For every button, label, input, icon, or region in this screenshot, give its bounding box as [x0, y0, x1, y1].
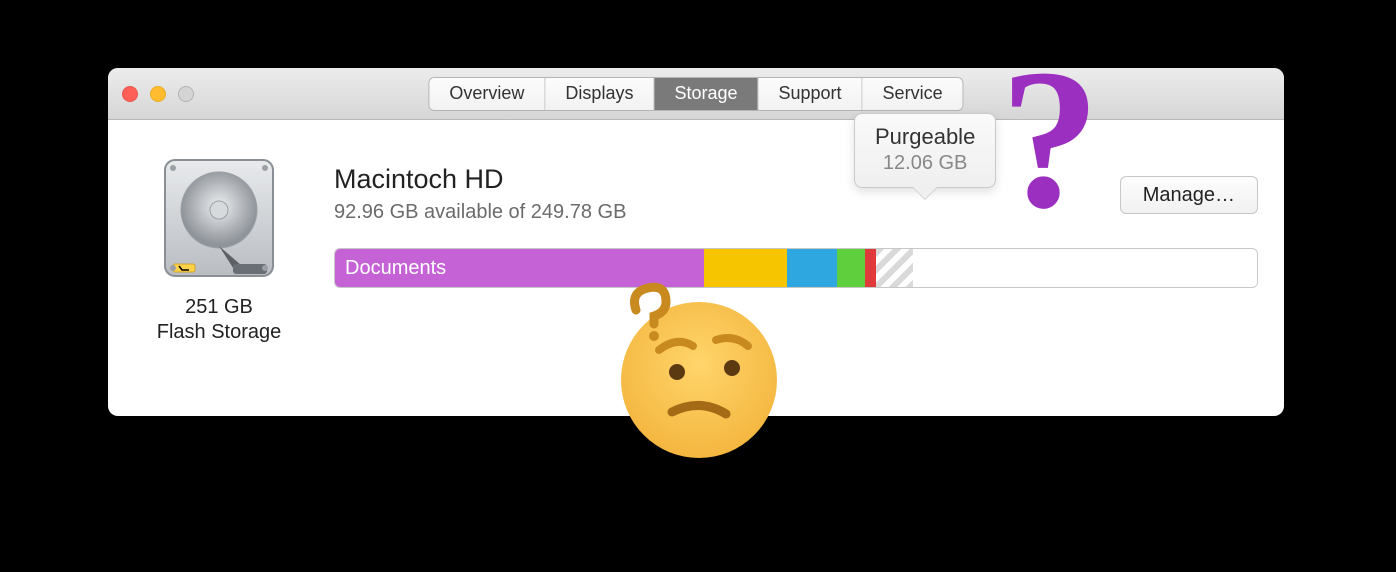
window-titlebar: Overview Displays Storage Support Servic…	[108, 68, 1284, 120]
storage-segment-2[interactable]	[787, 249, 838, 287]
manage-button[interactable]: Manage…	[1120, 176, 1258, 214]
drive-column: 251 GB Flash Storage	[134, 148, 304, 344]
drive-capacity: 251 GB	[185, 296, 253, 319]
tab-storage[interactable]: Storage	[654, 78, 758, 110]
tab-service[interactable]: Service	[863, 78, 963, 110]
purgeable-tooltip: Purgeable 12.06 GB	[854, 113, 996, 188]
tab-displays[interactable]: Displays	[545, 78, 654, 110]
tab-support[interactable]: Support	[759, 78, 863, 110]
minimize-window-button[interactable]	[150, 86, 166, 102]
storage-segment-purgeable[interactable]	[876, 249, 913, 287]
storage-segment-4[interactable]	[865, 249, 876, 287]
storage-segment-1[interactable]	[704, 249, 787, 287]
hard-drive-icon	[155, 154, 283, 282]
storage-usage-bar[interactable]: Documents	[334, 248, 1258, 288]
storage-segment-documents[interactable]: Documents	[335, 249, 704, 287]
tab-bar: Overview Displays Storage Support Servic…	[428, 77, 963, 111]
drive-type: Flash Storage	[157, 321, 282, 344]
disk-details: Purgeable 12.06 GB Macintoch HD 92.96 GB…	[334, 148, 1258, 288]
tab-overview[interactable]: Overview	[429, 78, 545, 110]
zoom-window-button-disabled	[178, 86, 194, 102]
window-controls	[122, 86, 194, 102]
storage-segment-3[interactable]	[837, 249, 865, 287]
tooltip-value: 12.06 GB	[875, 152, 975, 175]
close-window-button[interactable]	[122, 86, 138, 102]
storage-segment-6[interactable]	[913, 249, 1257, 287]
tooltip-title: Purgeable	[875, 124, 975, 150]
storage-panel: 251 GB Flash Storage Purgeable 12.06 GB …	[108, 120, 1284, 372]
about-this-mac-window: Overview Displays Storage Support Servic…	[108, 68, 1284, 416]
